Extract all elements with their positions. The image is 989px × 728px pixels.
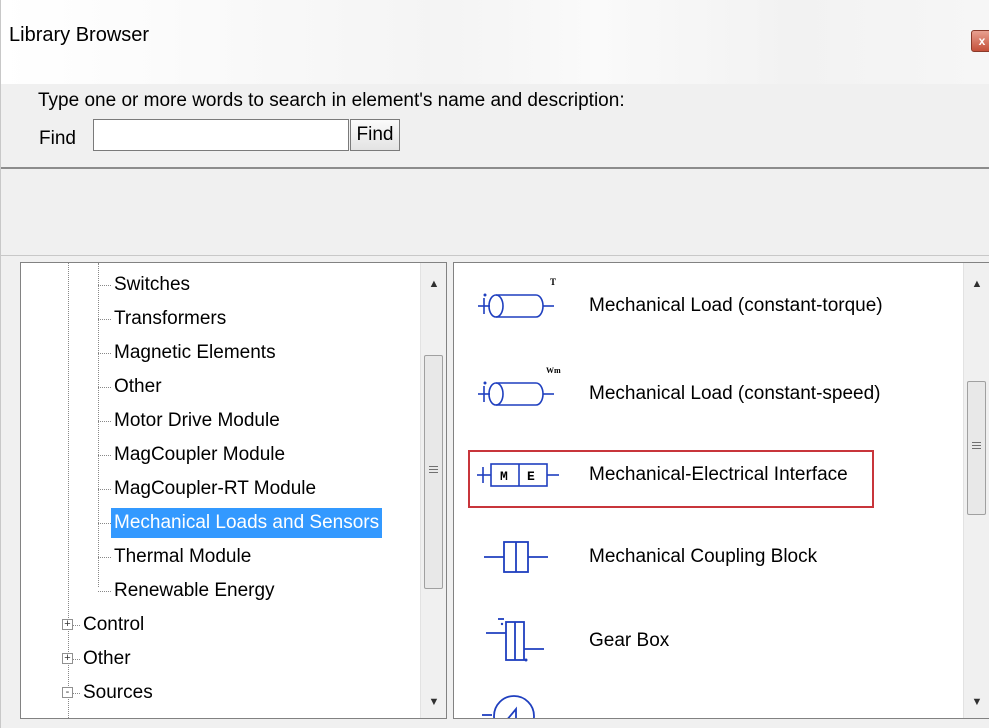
scroll-down-arrow[interactable]: ▼ <box>964 689 989 715</box>
element-label: Mechanical Load (constant-speed) <box>589 383 881 404</box>
tree-item-label: Thermal Module <box>114 546 252 567</box>
library-browser-window: Library Browser x Type one or more words… <box>0 0 989 728</box>
tree-group-label: Other <box>83 648 131 669</box>
close-button[interactable]: x <box>971 30 989 52</box>
scroll-down-arrow[interactable]: ▼ <box>421 689 446 715</box>
element-item-gear-box[interactable]: Gear Box <box>454 606 954 676</box>
element-label: Mechanical Load (constant-torque) <box>589 295 883 316</box>
title-bar[interactable]: Library Browser x <box>1 0 989 84</box>
selection-highlight-box <box>468 450 874 508</box>
tree-item-label: Magnetic Elements <box>114 342 276 363</box>
window-title: Library Browser <box>9 24 150 46</box>
gear-box-icon <box>486 618 544 662</box>
svg-text:Wm: Wm <box>546 366 561 375</box>
scroll-up-arrow[interactable]: ▲ <box>421 271 446 297</box>
scroll-up-arrow[interactable]: ▲ <box>964 271 989 297</box>
tree-item-label: Motor Drive Module <box>114 410 280 431</box>
expand-icon[interactable]: + <box>62 653 73 664</box>
element-list-scrollbar[interactable]: ▲ ▼ <box>963 263 989 718</box>
element-label: Gear Box <box>589 630 670 651</box>
tree-item-label: Other <box>114 376 162 397</box>
collapse-icon[interactable]: - <box>62 687 73 698</box>
tree-item-label: MagCoupler Module <box>114 444 286 465</box>
svg-text:T: T <box>550 277 556 287</box>
scroll-thumb[interactable] <box>424 355 443 589</box>
library-tree[interactable]: Switches Transformers Magnetic Elements … <box>20 262 447 719</box>
element-item-mechanical-load-torque[interactable]: T Mechanical Load (constant-torque) <box>454 271 954 341</box>
mechanical-load-torque-icon: T <box>478 277 556 318</box>
expand-icon[interactable]: + <box>62 619 73 630</box>
search-instructions: Type one or more words to search in elem… <box>38 90 625 111</box>
tree-item-label: Transformers <box>114 308 227 329</box>
find-input[interactable] <box>93 119 349 151</box>
source-icon <box>482 695 535 718</box>
tree-group-label: Control <box>83 614 145 635</box>
tree-item-label: Switches <box>114 274 191 295</box>
tree-guide-line <box>98 263 99 587</box>
tree-group-label: Sources <box>83 682 153 703</box>
find-label: Find <box>39 128 76 149</box>
element-label: Mechanical Coupling Block <box>589 546 818 567</box>
description-panel <box>1 167 989 256</box>
mechanical-coupling-block-icon <box>484 541 548 573</box>
tree-item-label: MagCoupler-RT Module <box>114 478 317 499</box>
tree-item-label: Renewable Energy <box>114 580 275 601</box>
mechanical-load-speed-icon: Wm <box>478 366 561 406</box>
tree-item-label: Mechanical Loads and Sensors <box>111 508 383 538</box>
find-button[interactable]: Find <box>350 119 400 151</box>
element-item-partial[interactable] <box>454 681 954 718</box>
element-item-mechanical-load-speed[interactable]: Wm Mechanical Load (constant-speed) <box>454 359 954 429</box>
element-item-mechanical-coupling-block[interactable]: Mechanical Coupling Block <box>454 522 954 592</box>
tree-guide-line <box>68 263 69 718</box>
tree-scrollbar[interactable]: ▲ ▼ <box>420 263 446 718</box>
close-icon: x <box>978 34 986 48</box>
scroll-thumb[interactable] <box>967 381 986 515</box>
